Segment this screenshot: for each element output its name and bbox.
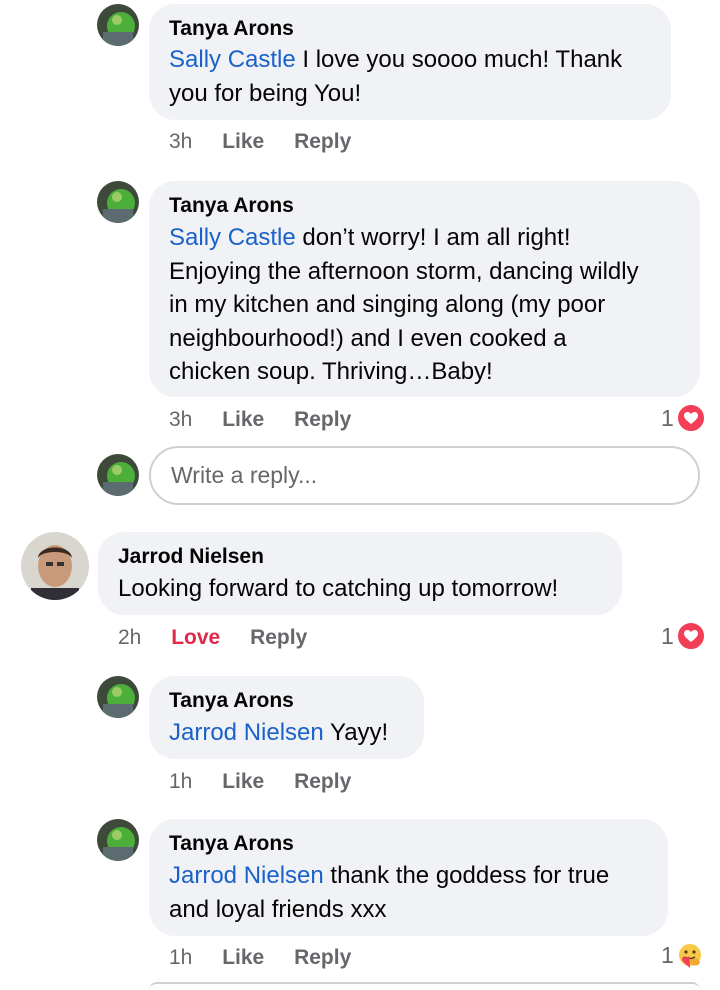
- reply-placeholder: Write a reply...: [171, 462, 318, 488]
- reply-input[interactable]: Write a reply...: [149, 446, 700, 505]
- comment-author[interactable]: Tanya Arons: [169, 832, 294, 856]
- timestamp[interactable]: 1h: [169, 770, 192, 794]
- mention-link[interactable]: Sally Castle: [169, 46, 296, 73]
- comment-line: don’t worry! I am all right!: [302, 224, 571, 251]
- avatar[interactable]: [97, 676, 139, 718]
- timestamp[interactable]: 2h: [118, 626, 141, 650]
- timestamp[interactable]: 3h: [169, 408, 192, 432]
- like-button[interactable]: Like: [222, 770, 264, 794]
- comment-text: Jarrod Nielsen Yayy!: [169, 716, 388, 750]
- like-button[interactable]: Like: [222, 946, 264, 970]
- comment-line: I love you soooo much! Thank: [302, 46, 623, 73]
- comment-bubble: Tanya Arons Sally Castle I love you sooo…: [149, 4, 671, 120]
- comment-text: Sally Castle don’t worry! I am all right…: [169, 221, 639, 389]
- comment-author[interactable]: Jarrod Nielsen: [118, 545, 264, 569]
- comment-line: chicken soup. Thriving…Baby!: [169, 358, 493, 385]
- timestamp[interactable]: 1h: [169, 946, 192, 970]
- timestamp[interactable]: 3h: [169, 130, 192, 154]
- comment-actions: 1h Like Reply: [169, 770, 351, 794]
- comment-line: in my kitchen and singing along (my poor: [169, 291, 606, 318]
- heart-icon: [675, 621, 706, 651]
- reply-button[interactable]: Reply: [250, 626, 307, 650]
- comment-author[interactable]: Tanya Arons: [169, 17, 294, 41]
- comment-bubble: Jarrod Nielsen Looking forward to catchi…: [98, 532, 622, 615]
- comment-bubble: Tanya Arons Jarrod Nielsen Yayy!: [149, 676, 424, 759]
- comment-actions: 3h Like Reply: [169, 130, 351, 154]
- reaction-count: 1: [661, 622, 674, 649]
- comment-line: Enjoying the afternoon storm, dancing wi…: [169, 257, 639, 285]
- comment-line: you for being You!: [169, 79, 362, 107]
- comment-actions: 3h Like Reply: [169, 408, 351, 432]
- reply-button[interactable]: Reply: [294, 770, 351, 794]
- comment-author[interactable]: Tanya Arons: [169, 194, 294, 218]
- comment-actions: 1h Like Reply: [169, 946, 351, 970]
- comment-line: thank the goddess for true: [330, 862, 610, 889]
- comment-line: and loyal friends xxx: [169, 895, 387, 923]
- avatar[interactable]: [97, 454, 139, 496]
- reaction-summary[interactable]: 1: [661, 621, 706, 651]
- reply-button[interactable]: Reply: [294, 946, 351, 970]
- reaction-count: 1: [661, 404, 674, 431]
- like-button[interactable]: Like: [222, 130, 264, 154]
- comment-line: Looking forward to catching up tomorrow!: [118, 575, 559, 602]
- reaction-summary[interactable]: 1: [661, 403, 706, 433]
- love-button[interactable]: Love: [171, 626, 220, 650]
- reaction-summary[interactable]: 1: [661, 941, 704, 969]
- comment-line: neighbourhood!) and I even cooked a: [169, 324, 567, 352]
- like-button[interactable]: Like: [222, 408, 264, 432]
- comment-line: Yayy!: [329, 719, 389, 746]
- comment-bubble: Tanya Arons Sally Castle don’t worry! I …: [149, 181, 700, 397]
- reaction-count: 1: [661, 941, 674, 968]
- avatar[interactable]: [97, 819, 139, 861]
- reply-button[interactable]: Reply: [294, 130, 351, 154]
- comment-actions: 2h Love Reply: [118, 626, 307, 650]
- mention-link[interactable]: Sally Castle: [169, 224, 296, 251]
- mention-link[interactable]: Jarrod Nielsen: [169, 862, 324, 889]
- avatar[interactable]: [97, 4, 139, 46]
- avatar[interactable]: [21, 532, 89, 600]
- mention-link[interactable]: Jarrod Nielsen: [169, 719, 324, 746]
- avatar[interactable]: [97, 181, 139, 223]
- comment-text: Looking forward to catching up tomorrow!: [118, 572, 558, 606]
- heart-icon: [675, 403, 706, 433]
- comment-text: Sally Castle I love you soooo much! Than…: [169, 43, 622, 110]
- care-emoji-icon: [676, 941, 704, 969]
- next-comment-edge: [149, 982, 700, 990]
- comment-author[interactable]: Tanya Arons: [169, 689, 294, 713]
- comment-bubble: Tanya Arons Jarrod Nielsen thank the god…: [149, 819, 668, 936]
- reply-button[interactable]: Reply: [294, 408, 351, 432]
- comment-text: Jarrod Nielsen thank the goddess for tru…: [169, 859, 609, 926]
